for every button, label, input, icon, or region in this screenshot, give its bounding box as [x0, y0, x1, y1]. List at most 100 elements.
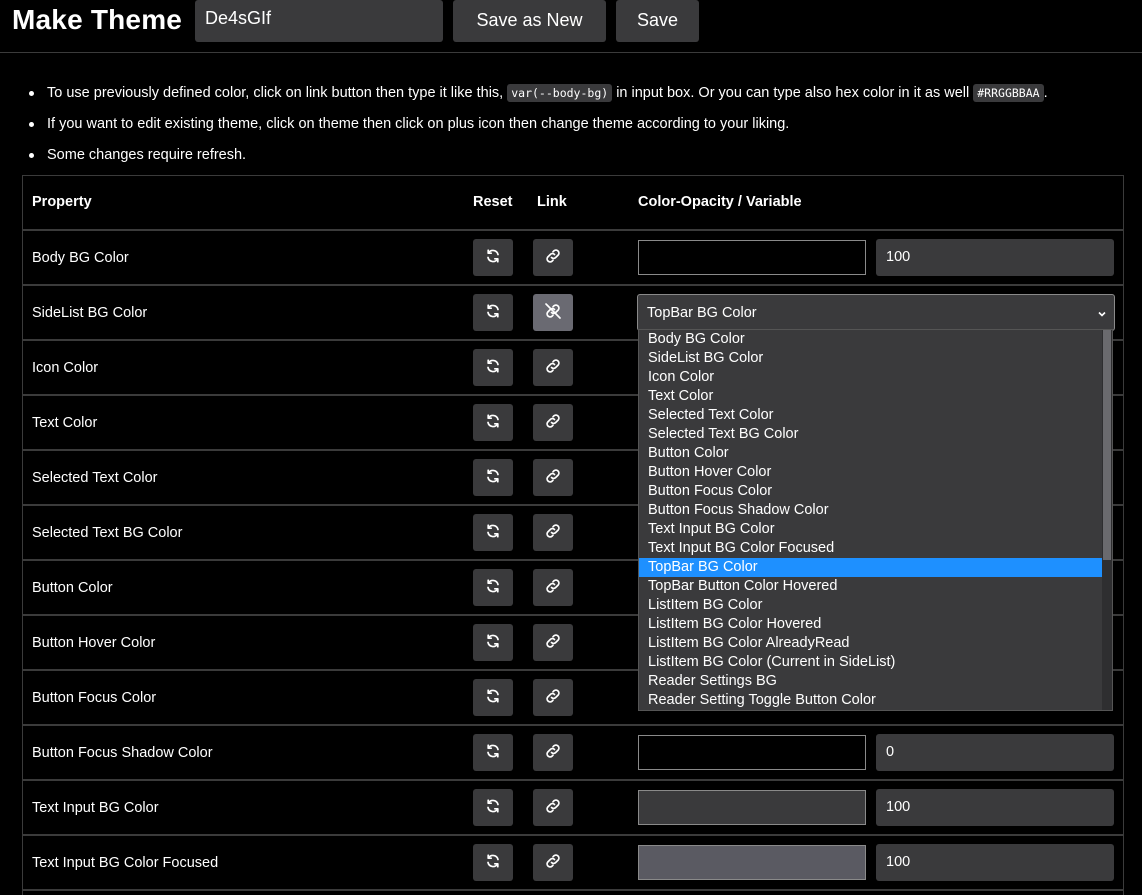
reset-button[interactable] [473, 679, 513, 716]
refresh-icon [485, 743, 501, 762]
link-icon [544, 742, 562, 763]
color-picker[interactable] [638, 240, 866, 275]
save-as-new-button[interactable]: Save as New [453, 0, 606, 42]
dropdown-option[interactable]: Reader Settings BG [639, 672, 1103, 691]
opacity-input[interactable]: 100 [876, 844, 1114, 881]
link-icon [544, 687, 562, 708]
dropdown-option[interactable]: ListItem BG Color [639, 596, 1103, 615]
property-label: Selected Text BG Color [32, 525, 183, 541]
dropdown-option[interactable]: ListItem BG Color Hovered [639, 615, 1103, 634]
refresh-icon [485, 633, 501, 652]
opacity-input[interactable]: 100 [876, 239, 1114, 276]
select-value: TopBar BG Color [647, 305, 757, 321]
link-icon [544, 357, 562, 378]
link-icon [544, 467, 562, 488]
reset-button[interactable] [473, 514, 513, 551]
refresh-icon [485, 523, 501, 542]
variable-dropdown-list[interactable]: Body BG Color SideList BG Color Icon Color… [638, 329, 1113, 711]
property-label: Button Color [32, 580, 113, 596]
color-picker[interactable] [638, 735, 866, 770]
color-picker[interactable] [638, 790, 866, 825]
dropdown-option[interactable]: Reader Setting Toggle Button Color [639, 691, 1103, 710]
dropdown-option[interactable]: Icon Color [639, 368, 1103, 387]
property-label: Text Input BG Color Focused [32, 855, 219, 871]
dropdown-option[interactable]: Button Focus Color [639, 482, 1103, 501]
link-icon [544, 852, 562, 873]
link-button[interactable] [533, 789, 573, 826]
link-button[interactable] [533, 349, 573, 386]
reset-button[interactable] [473, 624, 513, 661]
theme-name-input[interactable] [195, 0, 443, 42]
refresh-icon [485, 413, 501, 432]
reset-button[interactable] [473, 789, 513, 826]
instruction-text: . [1043, 85, 1048, 101]
link-button[interactable] [533, 459, 573, 496]
header-reset: Reset [473, 194, 513, 210]
dropdown-option[interactable]: Body BG Color [639, 330, 1103, 349]
instruction-item: To use previously defined color, click o… [29, 83, 1048, 114]
dropdown-option[interactable]: Text Input BG Color [639, 520, 1103, 539]
refresh-icon [485, 688, 501, 707]
link-button[interactable] [533, 734, 573, 771]
instructions-list: To use previously defined color, click o… [29, 83, 1048, 176]
link-icon [544, 522, 562, 543]
dropdown-option[interactable]: Text Input BG Color Focused [639, 539, 1103, 558]
dropdown-option[interactable]: Selected Text Color [639, 406, 1103, 425]
link-button[interactable] [533, 569, 573, 606]
scrollbar-thumb[interactable] [1103, 330, 1111, 560]
dropdown-option[interactable]: Text Color [639, 387, 1103, 406]
reset-button[interactable] [473, 844, 513, 881]
reset-button[interactable] [473, 294, 513, 331]
dropdown-option[interactable]: Button Focus Shadow Color [639, 501, 1103, 520]
page-title: Make Theme [12, 4, 183, 35]
reset-button[interactable] [473, 569, 513, 606]
opacity-input[interactable]: 0 [876, 734, 1114, 771]
table-row: Button Focus Shadow Color 0 [23, 726, 1123, 781]
dropdown-scrollbar[interactable] [1102, 330, 1112, 710]
table-row: Text Input BG Color 100 [23, 781, 1123, 836]
code-snippet: #RRGGBBAA [973, 84, 1044, 102]
link-button[interactable] [533, 624, 573, 661]
table-row: Text Input BG Color Focused 100 [23, 836, 1123, 891]
link-button[interactable] [533, 514, 573, 551]
variable-select[interactable]: TopBar BG Color [637, 294, 1115, 331]
instruction-text: To use previously defined color, click o… [47, 85, 508, 101]
property-label: SideList BG Color [32, 305, 148, 321]
link-icon [544, 412, 562, 433]
refresh-icon [485, 303, 501, 322]
dropdown-option[interactable]: TopBar BG Color [639, 558, 1103, 577]
opacity-input[interactable]: 100 [876, 789, 1114, 826]
link-button[interactable] [533, 404, 573, 441]
link-button[interactable] [533, 679, 573, 716]
table-header: Property Reset Link Color-Opacity / Vari… [23, 176, 1123, 231]
header-link: Link [537, 194, 567, 210]
dropdown-option[interactable]: Button Hover Color [639, 463, 1103, 482]
property-label: Button Focus Shadow Color [32, 745, 213, 761]
reset-button[interactable] [473, 239, 513, 276]
save-button[interactable]: Save [616, 0, 699, 42]
reset-button[interactable] [473, 734, 513, 771]
refresh-icon [485, 853, 501, 872]
link-button[interactable] [533, 239, 573, 276]
header-property: Property [32, 194, 92, 210]
header-color: Color-Opacity / Variable [638, 194, 802, 210]
dropdown-option[interactable]: Button Color [639, 444, 1103, 463]
property-label: Icon Color [32, 360, 99, 376]
dropdown-option[interactable]: ListItem BG Color (Current in SideList) [639, 653, 1103, 672]
unlink-button[interactable] [533, 294, 573, 331]
dropdown-option[interactable]: Selected Text BG Color [639, 425, 1103, 444]
table-row: Body BG Color 100 [23, 231, 1123, 286]
top-bar: Make Theme Save as New Save [0, 0, 1142, 53]
property-label: Body BG Color [32, 250, 129, 266]
reset-button[interactable] [473, 404, 513, 441]
reset-button[interactable] [473, 459, 513, 496]
color-picker[interactable] [638, 845, 866, 880]
dropdown-option[interactable]: SideList BG Color [639, 349, 1103, 368]
code-snippet: var(--body-bg) [507, 84, 613, 102]
reset-button[interactable] [473, 349, 513, 386]
dropdown-option[interactable]: ListItem BG Color AlreadyRead [639, 634, 1103, 653]
link-button[interactable] [533, 844, 573, 881]
property-label: Selected Text Color [32, 470, 158, 486]
dropdown-option[interactable]: TopBar Button Color Hovered [639, 577, 1103, 596]
refresh-icon [485, 798, 501, 817]
